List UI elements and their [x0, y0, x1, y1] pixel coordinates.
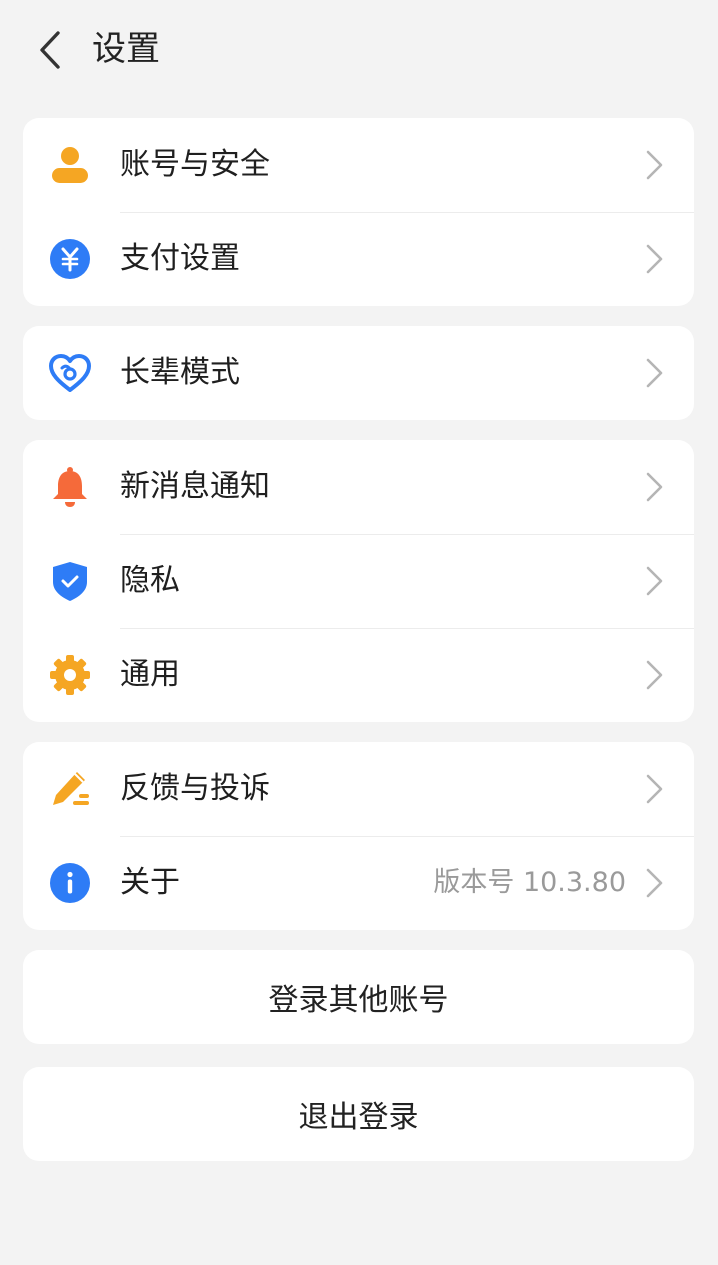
- settings-group-elder: 长辈模式: [23, 326, 694, 420]
- settings-item-elder-mode[interactable]: 长辈模式: [23, 326, 694, 420]
- chevron-right-icon: [646, 868, 663, 898]
- heart-elder-icon: [48, 351, 92, 395]
- settings-item-feedback[interactable]: 反馈与投诉: [23, 742, 694, 836]
- settings-item-label: 新消息通知: [120, 469, 270, 504]
- settings-item-label: 隐私: [120, 563, 180, 598]
- settings-item-payment[interactable]: 支付设置: [23, 212, 694, 306]
- shield-check-icon: [48, 559, 92, 603]
- page-title: 设置: [92, 29, 160, 69]
- settings-item-label: 账号与安全: [120, 147, 270, 182]
- gear-icon: [48, 653, 92, 697]
- settings-group-account: 账号与安全 支付设置: [23, 118, 694, 306]
- payment-yuan-icon: [48, 237, 92, 281]
- settings-item-about[interactable]: 关于 版本号 10.3.80: [23, 836, 694, 930]
- settings-item-notifications[interactable]: 新消息通知: [23, 440, 694, 534]
- settings-item-label: 支付设置: [120, 241, 240, 276]
- settings-item-label: 反馈与投诉: [120, 771, 270, 806]
- settings-group-general: 新消息通知 隐私 通用: [23, 440, 694, 722]
- settings-item-label: 长辈模式: [120, 355, 240, 390]
- settings-item-general[interactable]: 通用: [23, 628, 694, 722]
- info-icon: [48, 861, 92, 905]
- bell-icon: [48, 465, 92, 509]
- chevron-right-icon: [646, 566, 663, 596]
- chevron-right-icon: [646, 358, 663, 388]
- chevron-right-icon: [646, 774, 663, 804]
- pencil-feedback-icon: [48, 767, 92, 811]
- chevron-left-icon: [40, 31, 60, 69]
- settings-item-privacy[interactable]: 隐私: [23, 534, 694, 628]
- chevron-right-icon: [646, 660, 663, 690]
- chevron-right-icon: [646, 472, 663, 502]
- settings-item-label: 关于: [120, 865, 180, 900]
- chevron-right-icon: [646, 244, 663, 274]
- chevron-right-icon: [646, 150, 663, 180]
- switch-account-button[interactable]: 登录其他账号: [23, 950, 694, 1044]
- version-number: 版本号 10.3.80: [433, 867, 626, 898]
- back-button[interactable]: [30, 28, 70, 72]
- top-bar: 设置: [0, 0, 718, 100]
- user-icon: [48, 143, 92, 187]
- settings-item-label: 通用: [120, 657, 180, 692]
- logout-button[interactable]: 退出登录: [23, 1067, 694, 1161]
- settings-group-support: 反馈与投诉 关于 版本号 10.3.80: [23, 742, 694, 930]
- settings-item-account-security[interactable]: 账号与安全: [23, 118, 694, 212]
